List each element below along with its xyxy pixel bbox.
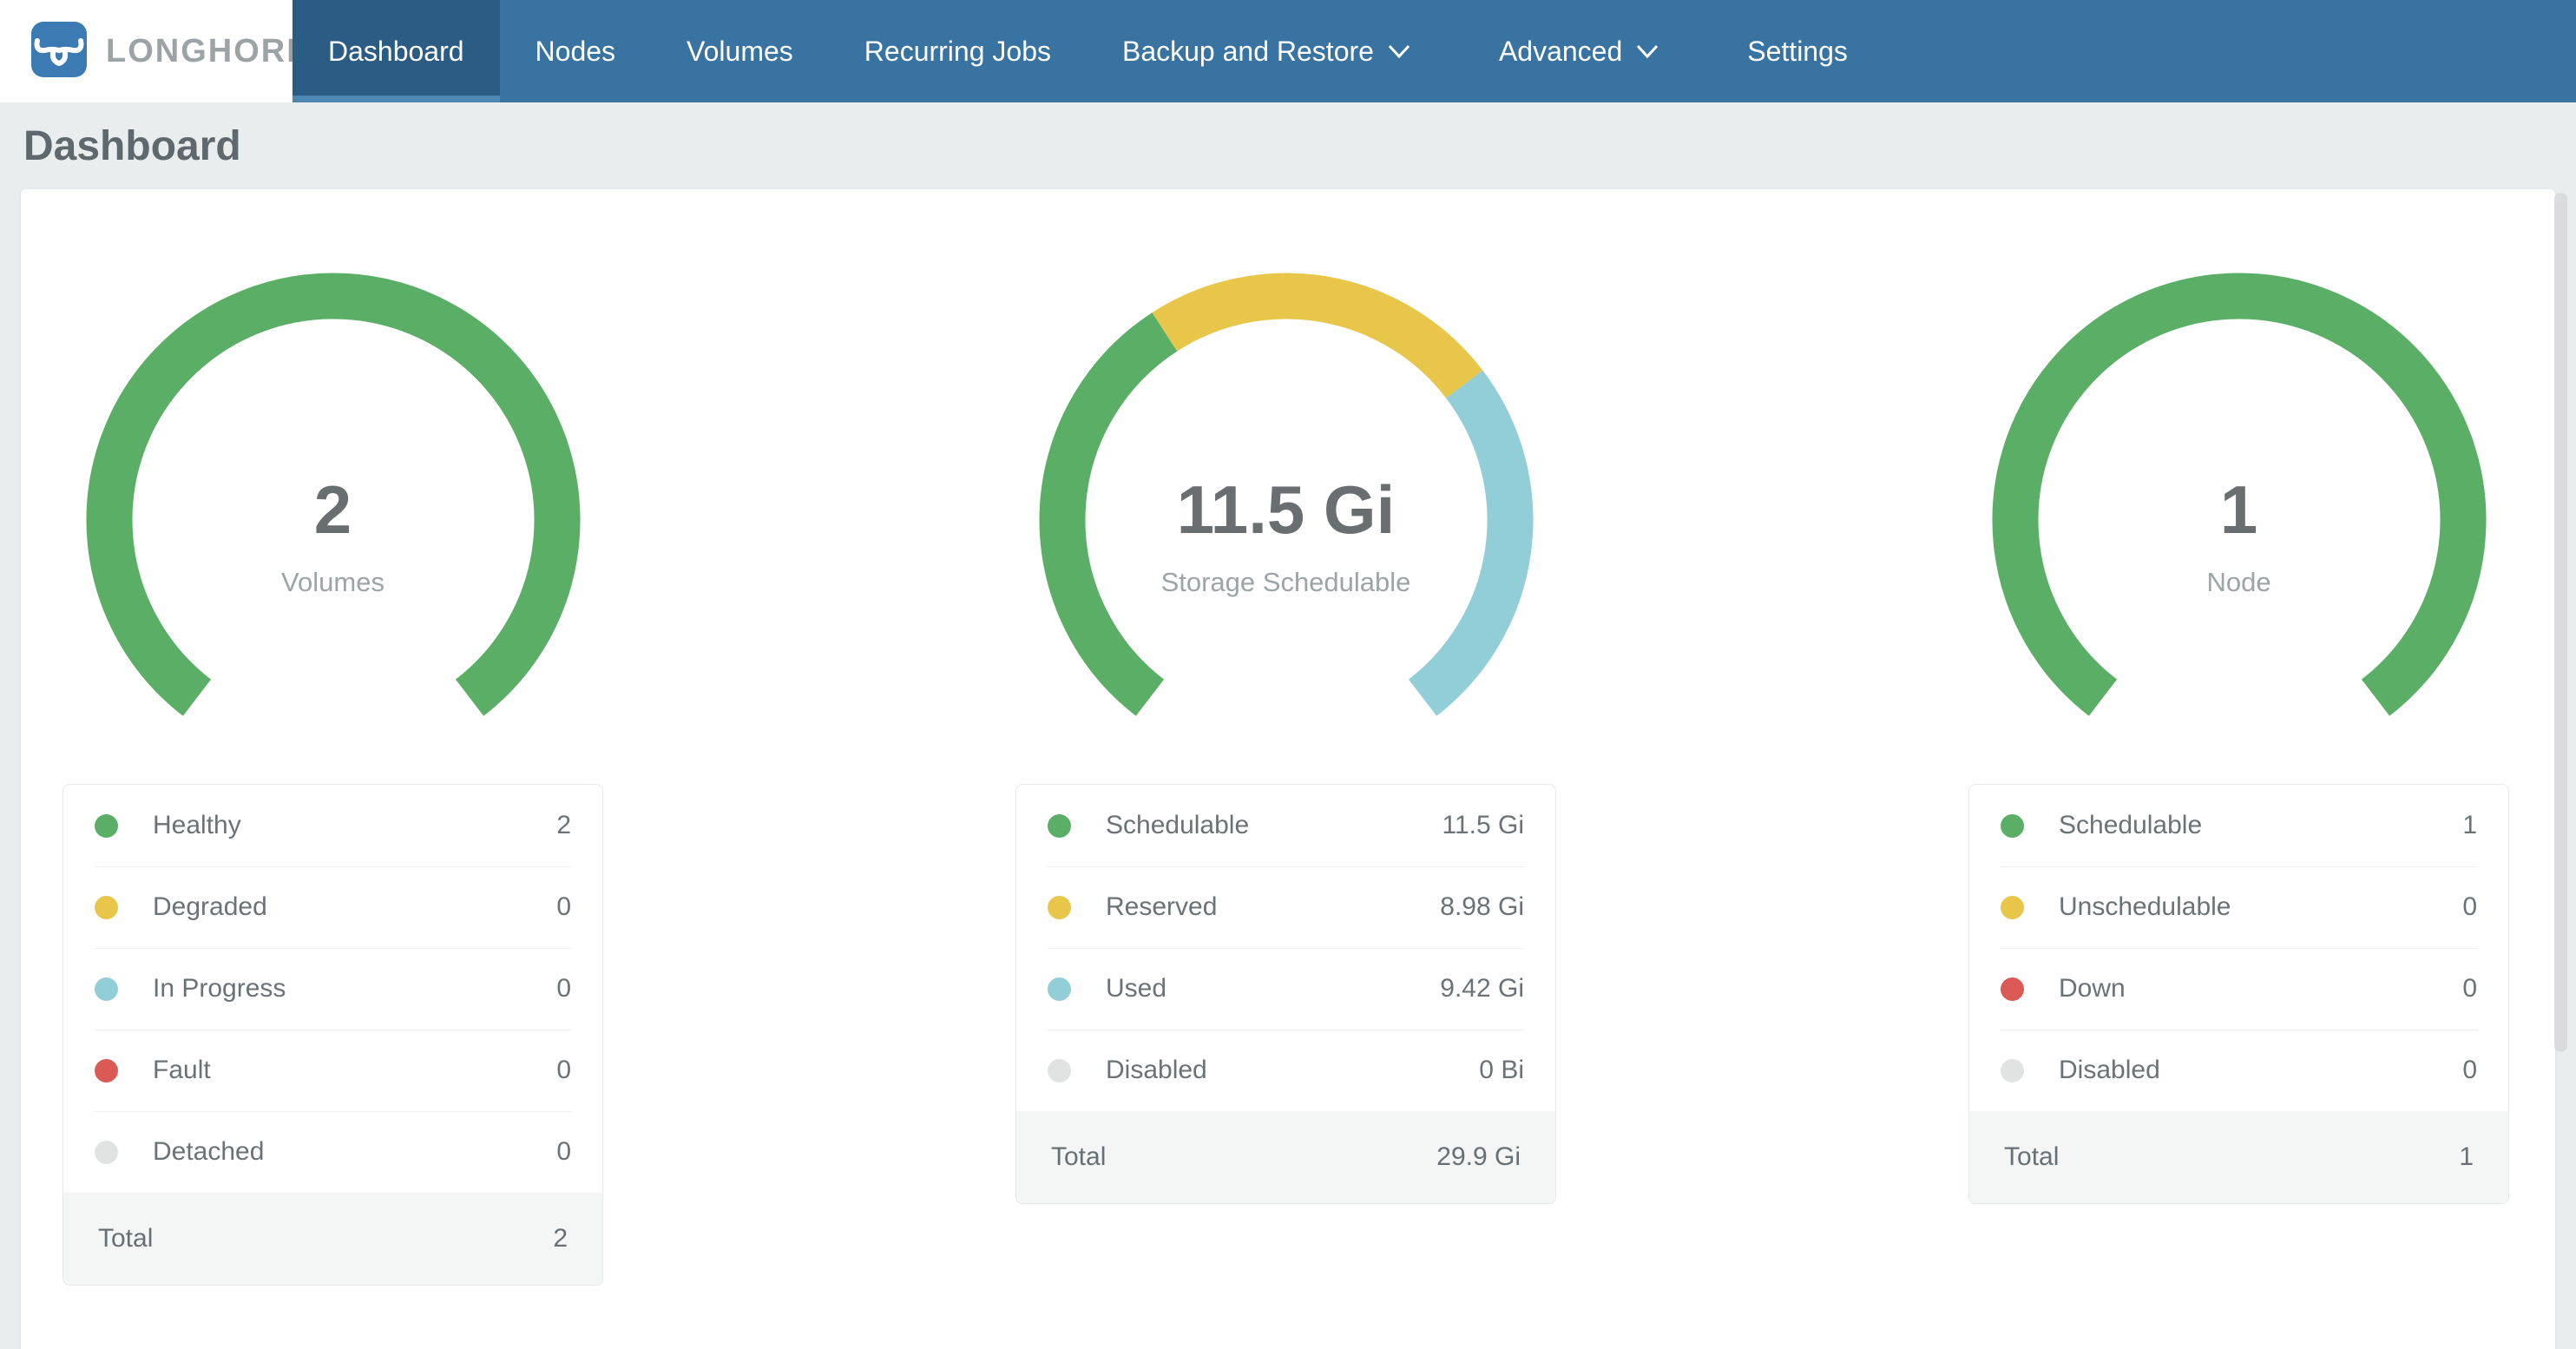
unschedulable-status-dot	[2001, 896, 2024, 919]
nav-item-backup-and-restore[interactable]: Backup and Restore	[1087, 0, 1446, 102]
detached-status-dot	[95, 1141, 118, 1164]
volumes-gauge-label: Volumes	[82, 568, 585, 597]
chevron-down-icon	[1636, 44, 1659, 59]
in-progress-status-dot	[95, 977, 118, 1001]
chevron-down-icon	[1388, 44, 1410, 59]
longhorn-logo[interactable]: LONGHORN	[0, 0, 292, 102]
title-bar: Dashboard	[0, 102, 2576, 189]
schedulable-status-dot	[2001, 814, 2024, 838]
main-menu: Dashboard Nodes Volumes Recurring Jobs B…	[292, 0, 1883, 102]
legend-row-disabled[interactable]: Disabled 0	[1969, 1030, 2508, 1111]
schedulable-status-dot	[1048, 814, 1071, 838]
fault-status-dot	[95, 1059, 118, 1082]
node-gauge: 1 Node	[1988, 268, 2491, 720]
legend-row-used[interactable]: Used 9.42 Gi	[1016, 948, 1555, 1030]
scrollbar-track	[2549, 0, 2576, 1349]
nav-item-settings[interactable]: Settings	[1712, 0, 1883, 102]
storage-gauge-label: Storage Schedulable	[1035, 568, 1538, 597]
legend-row-healthy[interactable]: Healthy 2	[63, 785, 602, 866]
page-title: Dashboard	[23, 122, 241, 170]
volumes-column: 2 Volumes Healthy 2 Degraded 0 In Progre…	[21, 189, 878, 1349]
storage-total-row: Total 29.9 Gi	[1016, 1111, 1555, 1203]
node-total-row: Total 1	[1969, 1111, 2508, 1203]
volumes-gauge: 2 Volumes	[82, 268, 585, 720]
volumes-legend: Healthy 2 Degraded 0 In Progress 0 Fault…	[62, 784, 603, 1286]
legend-row-in-progress[interactable]: In Progress 0	[63, 948, 602, 1030]
healthy-status-dot	[95, 814, 118, 838]
storage-schedulable-value: 11.5 Gi	[1035, 476, 1538, 543]
disabled-status-dot	[1048, 1059, 1071, 1082]
nav-item-dashboard[interactable]: Dashboard	[292, 0, 500, 102]
reserved-status-dot	[1048, 896, 1071, 919]
nav-item-volumes[interactable]: Volumes	[651, 0, 829, 102]
nav-item-nodes[interactable]: Nodes	[500, 0, 652, 102]
top-nav: LONGHORN Dashboard Nodes Volumes Recurri…	[0, 0, 2576, 102]
volumes-total-row: Total 2	[63, 1193, 602, 1285]
down-status-dot	[2001, 977, 2024, 1001]
legend-row-degraded[interactable]: Degraded 0	[63, 866, 602, 948]
brand-text: LONGHORN	[106, 33, 312, 70]
used-status-dot	[1048, 977, 1071, 1001]
longhorn-bull-icon	[31, 22, 87, 82]
legend-row-unschedulable[interactable]: Unschedulable 0	[1969, 866, 2508, 948]
legend-row-detached[interactable]: Detached 0	[63, 1111, 602, 1193]
degraded-status-dot	[95, 896, 118, 919]
nav-item-recurring-jobs[interactable]: Recurring Jobs	[829, 0, 1087, 102]
node-gauge-label: Node	[1988, 568, 2491, 597]
volumes-count: 2	[82, 476, 585, 543]
legend-row-schedulable[interactable]: Schedulable 11.5 Gi	[1016, 785, 1555, 866]
dashboard-card: 2 Volumes Healthy 2 Degraded 0 In Progre…	[21, 189, 2555, 1349]
legend-row-schedulable[interactable]: Schedulable 1	[1969, 785, 2508, 866]
legend-row-down[interactable]: Down 0	[1969, 948, 2508, 1030]
nav-item-advanced[interactable]: Advanced	[1463, 0, 1694, 102]
node-legend: Schedulable 1 Unschedulable 0 Down 0 Dis…	[1968, 784, 2509, 1204]
node-count: 1	[1988, 476, 2491, 543]
scrollbar-thumb[interactable]	[2554, 193, 2567, 1052]
legend-row-fault[interactable]: Fault 0	[63, 1030, 602, 1111]
storage-legend: Schedulable 11.5 Gi Reserved 8.98 Gi Use…	[1015, 784, 1556, 1204]
storage-column: 11.5 Gi Storage Schedulable Schedulable …	[878, 189, 1694, 1349]
storage-gauge: 11.5 Gi Storage Schedulable	[1035, 268, 1538, 720]
legend-row-disabled[interactable]: Disabled 0 Bi	[1016, 1030, 1555, 1111]
legend-row-reserved[interactable]: Reserved 8.98 Gi	[1016, 866, 1555, 948]
disabled-status-dot	[2001, 1059, 2024, 1082]
node-column: 1 Node Schedulable 1 Unschedulable 0 Dow…	[1693, 189, 2555, 1349]
